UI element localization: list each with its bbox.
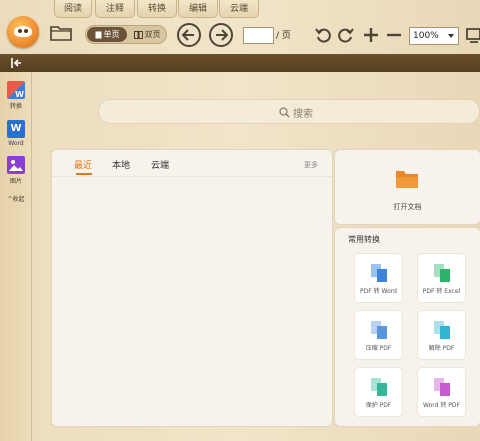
active-tab-underline bbox=[76, 173, 92, 175]
double-page-button[interactable]: 双页 bbox=[128, 27, 166, 42]
conversions-title: 常用转换 bbox=[348, 235, 380, 244]
image-icon bbox=[7, 156, 25, 174]
page-suffix: / 页 bbox=[276, 31, 291, 41]
tab-recent[interactable]: 最近 bbox=[74, 158, 92, 171]
sidebar-item-word[interactable]: W Word bbox=[0, 120, 32, 147]
tab-convert-label: 转换 bbox=[147, 4, 166, 14]
tab-read[interactable]: 阅读 bbox=[54, 0, 92, 18]
tab-cloud-files[interactable]: 云端 bbox=[151, 158, 169, 171]
screen-icon[interactable] bbox=[466, 26, 480, 44]
sidebar-item-convert[interactable]: W 转换 bbox=[0, 81, 32, 110]
unlock-pdf-button[interactable]: 解除 PDF bbox=[418, 311, 465, 359]
page-number-input[interactable] bbox=[243, 27, 274, 44]
open-document-label: 打开文档 bbox=[393, 203, 422, 211]
next-page-button[interactable] bbox=[209, 23, 233, 47]
compress-pdf-icon bbox=[370, 321, 387, 339]
recent-files-panel: 最近 本地 云端 更多 bbox=[52, 150, 332, 426]
previous-page-button[interactable] bbox=[177, 23, 201, 47]
pdf-to-excel-icon bbox=[433, 264, 450, 282]
zoom-out-icon[interactable] bbox=[385, 26, 403, 44]
pdf-to-word-icon bbox=[370, 264, 387, 282]
left-sidebar: W 转换 W Word 图片 ^收起 bbox=[0, 72, 32, 441]
rotate-left-icon[interactable] bbox=[314, 26, 332, 44]
logo-eye-left bbox=[18, 29, 22, 33]
pdf-to-word-label: PDF 转 Word bbox=[360, 288, 397, 295]
compress-pdf-button[interactable]: 压缩 PDF bbox=[355, 311, 402, 359]
page-mode-toggle: 单页 双页 bbox=[85, 25, 167, 44]
tab-divider bbox=[52, 176, 332, 177]
tab-annotate-label: 注释 bbox=[105, 4, 124, 14]
compress-pdf-label: 压缩 PDF bbox=[365, 345, 392, 352]
sidebar-collapse-button[interactable]: ^收起 bbox=[0, 194, 32, 203]
word-icon: W bbox=[7, 120, 25, 138]
logo-eye-right bbox=[24, 29, 28, 33]
top-tab-bar: 阅读 注释 转换 编辑 云端 bbox=[54, 0, 280, 18]
search-icon bbox=[279, 107, 290, 118]
tab-local[interactable]: 本地 bbox=[112, 158, 130, 171]
word-to-pdf-label: Word 转 PDF bbox=[423, 402, 460, 409]
tab-edit-label: 编辑 bbox=[188, 4, 207, 14]
unlock-pdf-icon bbox=[433, 321, 450, 339]
pdf-to-word-button[interactable]: PDF 转 Word bbox=[355, 254, 402, 302]
zoom-value: 100% bbox=[413, 31, 439, 41]
pdf-to-excel-label: PDF 转 Excel bbox=[422, 288, 461, 295]
folder-icon bbox=[396, 171, 418, 188]
single-page-label: 单页 bbox=[103, 30, 120, 39]
sidebar-item-image-label: 图片 bbox=[9, 178, 22, 185]
pdf-to-excel-button[interactable]: PDF 转 Excel bbox=[418, 254, 465, 302]
sidebar-item-word-label: Word bbox=[8, 140, 24, 147]
tab-read-label: 阅读 bbox=[63, 4, 82, 14]
search-input[interactable]: 搜索 bbox=[279, 105, 313, 120]
tab-annotate[interactable]: 注释 bbox=[95, 0, 135, 18]
sidebar-item-image[interactable]: 图片 bbox=[0, 156, 32, 185]
arrow-right-icon bbox=[216, 29, 229, 41]
zoom-select[interactable]: 100% bbox=[409, 27, 459, 45]
protect-pdf-label: 保护 PDF bbox=[365, 402, 392, 409]
tab-convert[interactable]: 转换 bbox=[137, 0, 177, 18]
logo-face bbox=[14, 26, 32, 37]
app-logo[interactable] bbox=[7, 16, 39, 48]
sidebar-toggle-bar bbox=[0, 54, 480, 72]
protect-pdf-icon bbox=[370, 378, 387, 396]
convert-icon: W bbox=[7, 81, 25, 99]
open-document-button[interactable]: 打开文档 bbox=[335, 150, 480, 224]
word-to-pdf-button[interactable]: Word 转 PDF bbox=[418, 368, 465, 416]
search-bar[interactable]: 搜索 bbox=[98, 99, 480, 124]
open-folder-icon[interactable] bbox=[50, 24, 72, 41]
sidebar-item-convert-label: 转换 bbox=[9, 103, 22, 110]
more-link[interactable]: 更多 bbox=[304, 160, 318, 170]
tab-edit[interactable]: 编辑 bbox=[178, 0, 218, 18]
sidebar-collapse-label: ^收起 bbox=[7, 196, 25, 203]
tab-cloud[interactable]: 云端 bbox=[219, 0, 259, 18]
common-conversions-panel: 常用转换 PDF 转 Word PDF 转 Excel 压缩 PDF 解除 PD… bbox=[335, 228, 480, 426]
chevron-down-icon bbox=[448, 34, 454, 38]
tab-cloud-label: 云端 bbox=[229, 4, 248, 14]
arrow-left-icon bbox=[181, 29, 194, 41]
single-page-icon bbox=[95, 31, 101, 38]
rotate-right-icon[interactable] bbox=[337, 26, 355, 44]
collapse-left-icon[interactable] bbox=[11, 58, 22, 68]
double-page-label: 双页 bbox=[144, 30, 161, 39]
protect-pdf-button[interactable]: 保护 PDF bbox=[355, 368, 402, 416]
word-to-pdf-icon bbox=[433, 378, 450, 396]
double-page-icon bbox=[133, 30, 143, 39]
search-placeholder: 搜索 bbox=[293, 109, 313, 120]
single-page-button[interactable]: 单页 bbox=[87, 27, 127, 42]
unlock-pdf-label: 解除 PDF bbox=[428, 345, 455, 352]
zoom-in-icon[interactable] bbox=[362, 26, 380, 44]
